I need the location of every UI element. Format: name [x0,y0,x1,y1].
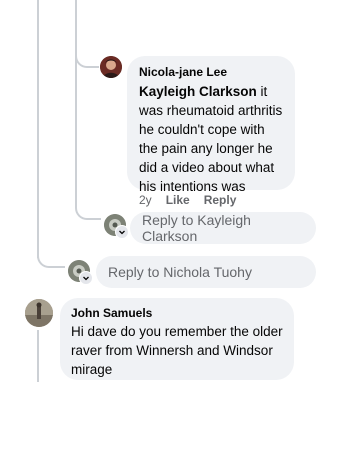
thread-line-inner-curve-2 [75,200,101,220]
chevron-down-icon[interactable] [115,225,129,239]
comment-bubble: John Samuels Hi dave do you remember the… [60,298,294,380]
reply-author-name[interactable]: Nicola-jane Lee [139,64,283,80]
reply-button[interactable]: Reply [204,193,237,207]
avatar-john-samuels[interactable] [25,299,53,327]
thread-line-comment [37,330,39,382]
reply-input-nichola-tuohy[interactable]: Reply to Nichola Tuohy [96,256,316,288]
avatar-photo-icon [25,299,53,327]
reply-comment-actions: 2y Like Reply [139,193,236,207]
thread-line-inner-curve [75,50,99,68]
reply-comment-bubble: Nicola-jane Lee Kayleigh Clarkson it was… [127,56,295,194]
reply-input-kayleigh-clarkson[interactable]: Reply to Kayleigh Clarkson [130,212,316,244]
chevron-down-icon[interactable] [79,271,93,285]
like-button[interactable]: Like [166,193,190,207]
thread-line-outer-curve [37,246,65,268]
comment-text: Hi dave do you remember the older raver … [71,324,283,377]
current-user-avatar-outer [68,260,93,285]
avatar-photo-icon [100,56,122,78]
thread-line-outer [37,0,39,258]
reply-comment-text: Kayleigh Clarkson it was rheumatoid arth… [139,82,283,196]
comment-author-name[interactable]: John Samuels [71,305,283,321]
mention-kayleigh-clarkson[interactable]: Kayleigh Clarkson [139,84,257,99]
reply-comment-age[interactable]: 2y [139,193,152,207]
current-user-avatar-inner [104,214,129,239]
thread-line-inner [75,0,77,208]
avatar-nicola-jane-lee[interactable] [100,56,122,78]
reply-comment-body: it was rheumatoid arthritis he couldn't … [139,84,283,194]
